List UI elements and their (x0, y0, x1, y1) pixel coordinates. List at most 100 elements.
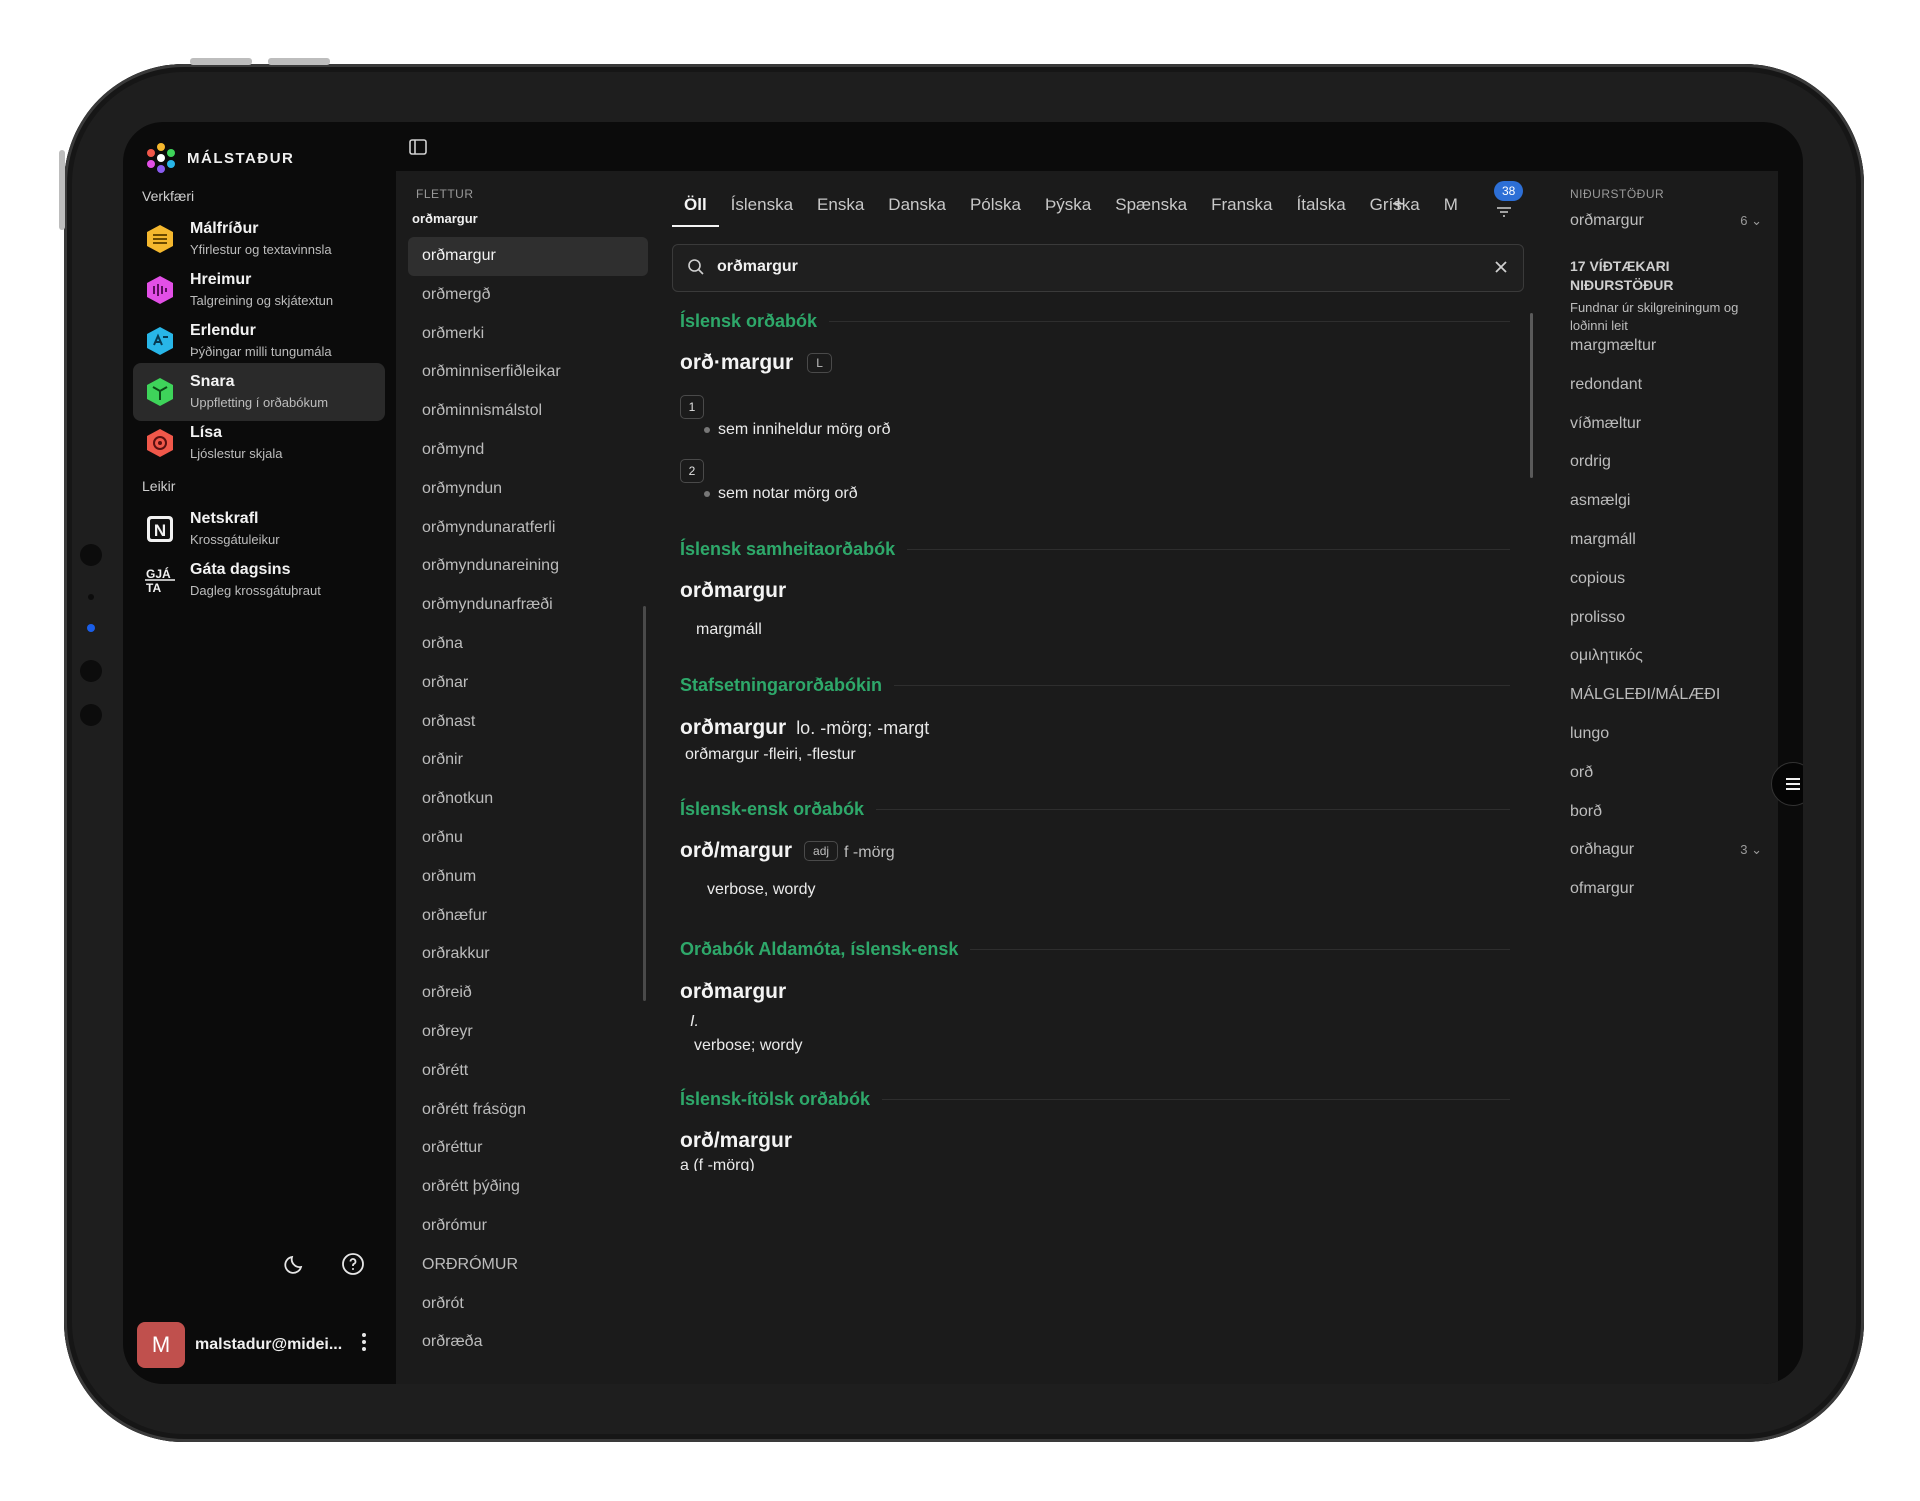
tab-language[interactable]: Franska (1199, 195, 1284, 227)
dictionary-heading[interactable]: Orðabók Aldamóta, íslensk-ensk (680, 939, 1510, 960)
headword-item[interactable]: orðmyndunaratferli (408, 509, 648, 548)
dictionary-heading[interactable]: Stafsetningarorðabókin (680, 675, 1510, 696)
headword-item[interactable]: orðmergð (408, 276, 648, 315)
headword-item[interactable]: orðmargur (408, 237, 648, 276)
clear-search-icon[interactable] (1491, 257, 1511, 277)
dictionary-heading[interactable]: Íslensk samheitaorðabók (680, 539, 1510, 560)
dark-mode-icon[interactable] (283, 1252, 307, 1276)
sidebar-toggle-icon[interactable] (408, 137, 428, 157)
result-item[interactable]: margmæltur (1570, 327, 1770, 366)
headword-item[interactable]: orðnotkun (408, 780, 648, 819)
result-term: ομιλητικός (1570, 647, 1643, 665)
headword-item[interactable]: orðna (408, 625, 648, 664)
result-term: redondant (1570, 375, 1643, 393)
headword-item[interactable]: ORÐRÓMUR (408, 1246, 648, 1285)
headword-item[interactable]: orðnu (408, 819, 648, 858)
tab-language[interactable]: Ítalska (1285, 195, 1358, 227)
headword-item[interactable]: orðreið (408, 974, 648, 1013)
headword-item[interactable]: orðrómur (408, 1207, 648, 1246)
tab-language[interactable]: Enska (805, 195, 876, 227)
search-input[interactable]: orðmargur (717, 258, 798, 276)
headword-item[interactable]: orðmynd (408, 431, 648, 470)
help-icon[interactable] (341, 1252, 365, 1276)
tab-language[interactable]: Íslenska (719, 195, 805, 227)
tool-hreimur[interactable]: Hreimur Talgreining og skjátextun (133, 261, 385, 319)
brand-name: MÁLSTAÐUR (187, 149, 295, 167)
result-item[interactable]: orðhagur 3 ⌄ (1570, 831, 1770, 870)
sense-number: 1 (680, 395, 704, 419)
headword-item[interactable]: orðmyndunarfræði (408, 586, 648, 625)
dictionary-name: Stafsetningarorðabókin (680, 675, 883, 695)
headword-item[interactable]: orðnæfur (408, 897, 648, 936)
user-profile[interactable]: M malstadur@midei... (137, 1322, 342, 1368)
result-term: MÁLGLEÐI/MÁLÆÐI (1570, 686, 1721, 704)
result-item[interactable]: orð (1570, 754, 1770, 793)
synonym[interactable]: margmáll (696, 621, 762, 639)
headword-item[interactable]: orðræða (408, 1323, 648, 1362)
headword-item[interactable]: orðréttur (408, 1129, 648, 1168)
headword-item[interactable]: orðrétt (408, 1052, 648, 1091)
tool-title: Lísa (190, 424, 223, 441)
result-item[interactable]: ordrig (1570, 443, 1770, 482)
tab-language[interactable]: Danska (876, 195, 958, 227)
headword-item[interactable]: orðnast (408, 703, 648, 742)
result-item[interactable]: MÁLGLEÐI/MÁLÆÐI (1570, 676, 1770, 715)
tab-language[interactable]: Þýska (1033, 195, 1103, 227)
broader-results-heading: 17 VÍÐTÆKARI NIÐURSTÖÐUR (1570, 258, 1674, 293)
broader-results-list: margmæltur redondant víðmæltur ordrig asmælg… (1570, 327, 1770, 909)
headword-item[interactable]: orðnir (408, 741, 648, 780)
tab-language[interactable]: Öll (672, 195, 719, 227)
headword-item[interactable]: orðmerki (408, 315, 648, 354)
headword-item[interactable]: orðreyr (408, 1013, 648, 1052)
result-item[interactable]: copious (1570, 560, 1770, 599)
dictionary-heading[interactable]: Íslensk-ítölsk orðabók (680, 1089, 1510, 1110)
top-results: orðmargur 6 ⌄ (1570, 202, 1770, 241)
scrollbar[interactable] (1530, 313, 1533, 478)
tool-erlendur[interactable]: Erlendur Þýðingar milli tungumála (133, 312, 385, 370)
filter-icon[interactable] (1495, 205, 1513, 219)
result-item[interactable]: ομιλητικός (1570, 637, 1770, 676)
result-count[interactable]: 6 ⌄ (1740, 202, 1762, 240)
result-item[interactable]: redondant (1570, 366, 1770, 405)
more-options-icon[interactable] (361, 1332, 367, 1352)
headword-item[interactable]: orðminnismálstol (408, 392, 648, 431)
gata-icon: GJÁTA (145, 566, 175, 595)
result-item[interactable]: ofmargur (1570, 870, 1770, 909)
tool-malfridur[interactable]: Málfríður Yfirlestur og textavinnsla (133, 210, 385, 268)
brand[interactable]: MÁLSTAÐUR (145, 142, 294, 174)
search-bar[interactable]: orðmargur (672, 244, 1524, 292)
camera-sensor (80, 544, 102, 566)
tool-subtitle: Uppfletting í orðabókum (190, 395, 329, 410)
lisa-icon (147, 429, 173, 457)
game-gata-dagsins[interactable]: GJÁ TA Gáta dagsins Dagleg krossgátuþraut (133, 551, 385, 609)
result-item[interactable]: margmáll (1570, 521, 1770, 560)
result-item[interactable]: borð (1570, 793, 1770, 832)
headword-item[interactable]: orðrót (408, 1285, 648, 1324)
tool-lisa[interactable]: Lísa Ljóslestur skjala (133, 414, 385, 472)
headword-item[interactable]: orðminniserfiðleikar (408, 353, 648, 392)
scrollbar[interactable] (643, 606, 646, 1001)
headword-item[interactable]: orðmyndun (408, 470, 648, 509)
result-item[interactable]: prolisso (1570, 599, 1770, 638)
headword-item[interactable]: orðmyndunareining (408, 547, 648, 586)
tab-language[interactable]: Spænska (1103, 195, 1199, 227)
headword-item[interactable]: orðnum (408, 858, 648, 897)
result-count[interactable]: 3 ⌄ (1740, 831, 1762, 869)
result-item[interactable]: víðmæltur (1570, 405, 1770, 444)
headword-item[interactable]: orðnar (408, 664, 648, 703)
headword-item[interactable]: orðrétt þýðing (408, 1168, 648, 1207)
headword-item[interactable]: orðrakkur (408, 935, 648, 974)
add-language-icon[interactable]: + (1392, 191, 1405, 217)
svg-text:GJÁ: GJÁ (146, 566, 171, 581)
result-item[interactable]: orðmargur 6 ⌄ (1570, 202, 1770, 241)
headword-item[interactable]: orðrétt frásögn (408, 1091, 648, 1130)
tab-language[interactable]: M (1432, 195, 1470, 227)
result-item[interactable]: asmælgi (1570, 482, 1770, 521)
tab-language[interactable]: Pólska (958, 195, 1033, 227)
tool-snara[interactable]: Snara Uppfletting í orðabókum (133, 363, 385, 421)
result-item[interactable]: lungo (1570, 715, 1770, 754)
games-label: Leikir (142, 478, 176, 494)
dictionary-heading[interactable]: Íslensk-ensk orðabók (680, 799, 1510, 820)
dictionary-heading[interactable]: Íslensk orðabók (680, 311, 1510, 332)
game-netskrafl[interactable]: N Netskrafl Krossgátuleikur (133, 500, 385, 558)
